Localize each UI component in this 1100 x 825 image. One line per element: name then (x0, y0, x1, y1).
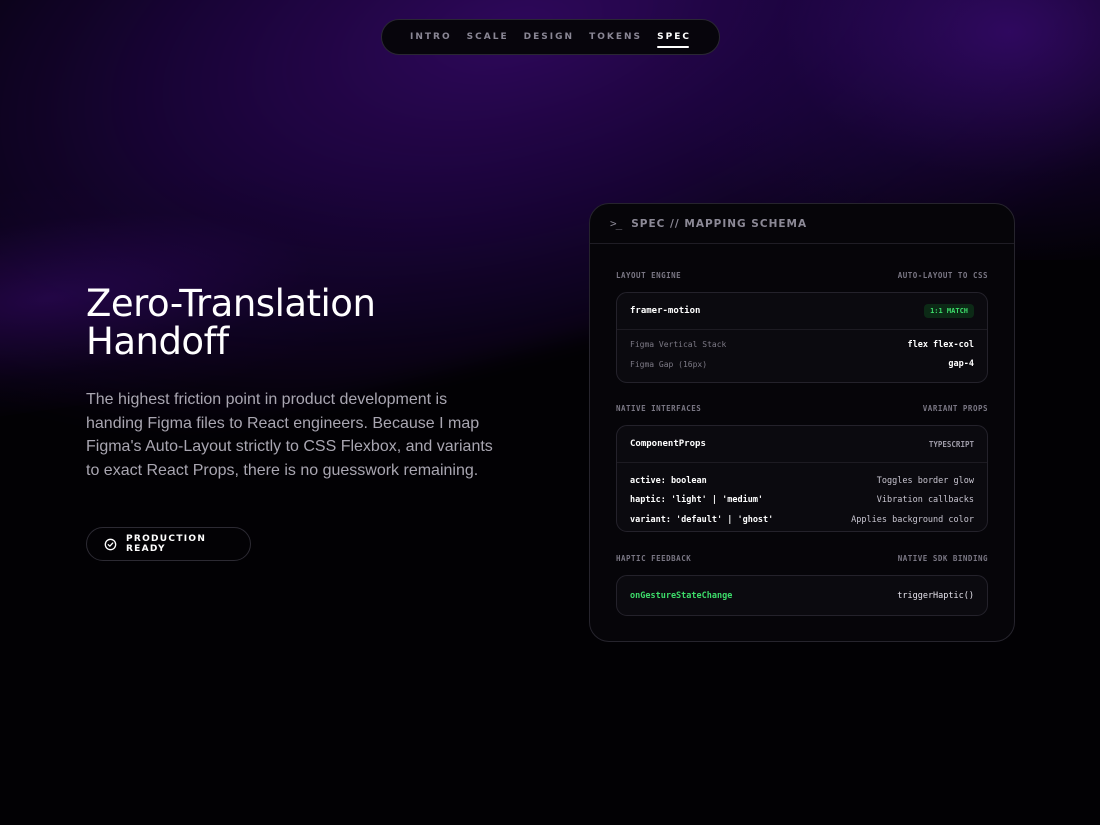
haptic-feedback-box: onGestureStateChange triggerHaptic() (616, 575, 988, 616)
haptic-call: triggerHaptic() (897, 590, 974, 601)
gesture-event: onGestureStateChange (630, 590, 733, 601)
page-title: Zero-Translation Handoff (86, 285, 446, 361)
prop-description: Vibration callbacks (876, 495, 974, 506)
language-tag: TYPESCRIPT (928, 439, 974, 449)
mapping-row: Figma Gap (16px) gap-4 (617, 355, 987, 375)
layout-engine-heading: LAYOUT ENGINE AUTO-LAYOUT TO CSS (616, 271, 988, 280)
haptic-feedback-heading: HAPTIC FEEDBACK NATIVE SDK BINDING (616, 554, 988, 563)
native-interfaces-box: ComponentProps TYPESCRIPT active: boolea… (616, 425, 988, 532)
prop-row: haptic: 'light' | 'medium' Vibration cal… (617, 491, 987, 511)
prop-description: Toggles border glow (876, 475, 974, 486)
prop-signature: haptic: 'light' | 'medium' (630, 495, 764, 506)
section-sublabel: NATIVE SDK BINDING (897, 554, 988, 563)
match-badge: 1:1 MATCH (924, 304, 974, 318)
mapping-row: Figma Vertical Stack flex flex-col (617, 335, 987, 355)
terminal-prompt-icon: >_ (610, 217, 622, 230)
tab-intro[interactable]: INTRO (410, 32, 452, 42)
section-label: NATIVE INTERFACES (616, 404, 702, 413)
page-title-line-2: Handoff (86, 320, 229, 363)
prop-row: active: boolean Toggles border glow (617, 471, 987, 491)
tab-tokens[interactable]: TOKENS (589, 32, 642, 42)
card-title: SPEC // MAPPING SCHEMA (631, 217, 808, 230)
mapping-value: flex flex-col (907, 339, 974, 350)
mapping-key: Figma Vertical Stack (630, 340, 727, 350)
tab-spec[interactable]: SPEC (657, 32, 691, 48)
tab-scale[interactable]: SCALE (467, 32, 509, 42)
prop-description: Applies background color (851, 514, 974, 525)
prop-signature: variant: 'default' | 'ghost' (630, 514, 774, 525)
page-title-line-1: Zero-Translation (86, 282, 376, 325)
prop-signature: active: boolean (630, 475, 707, 486)
mapping-key: Figma Gap (16px) (630, 359, 708, 369)
library-name: framer-motion (630, 306, 701, 316)
tab-design[interactable]: DESIGN (524, 32, 574, 42)
section-sublabel: AUTO-LAYOUT TO CSS (897, 271, 988, 280)
production-ready-badge[interactable]: PRODUCTION READY (86, 527, 251, 561)
section-label: HAPTIC FEEDBACK (616, 554, 692, 563)
layout-engine-box: framer-motion 1:1 MATCH Figma Vertical S… (616, 292, 988, 383)
hero-description: The highest friction point in product de… (86, 391, 493, 479)
native-interfaces-heading: NATIVE INTERFACES VARIANT PROPS (616, 404, 988, 413)
badge-label: PRODUCTION READY (125, 534, 207, 554)
section-label: LAYOUT ENGINE (616, 271, 682, 280)
interface-name: ComponentProps (630, 439, 706, 449)
section-sublabel: VARIANT PROPS (922, 404, 988, 413)
card-header: >_ SPEC // MAPPING SCHEMA (590, 204, 1014, 244)
section-nav: INTRO SCALE DESIGN TOKENS SPEC (381, 19, 720, 55)
mapping-value: gap-4 (948, 359, 974, 370)
spec-mapping-card: >_ SPEC // MAPPING SCHEMA LAYOUT ENGINE … (589, 203, 1015, 642)
check-circle-icon (104, 538, 117, 550)
prop-row: variant: 'default' | 'ghost' Applies bac… (617, 510, 987, 530)
